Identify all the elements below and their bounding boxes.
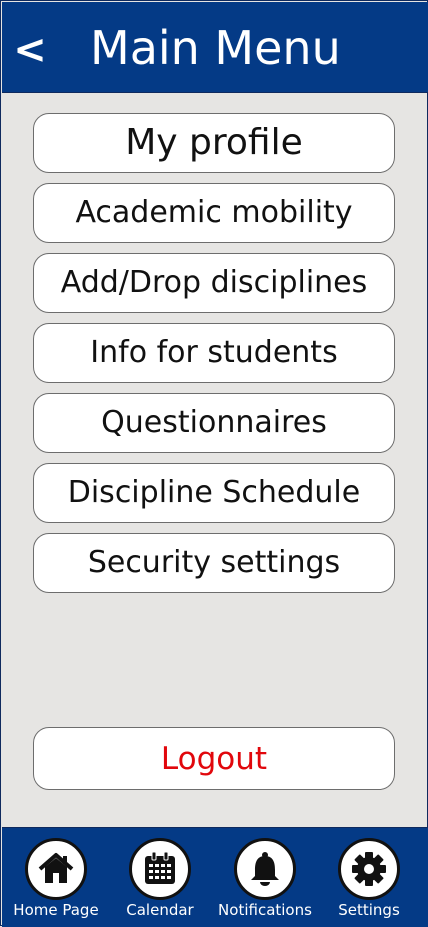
bottom-nav: Home Page Calendar Notifications Setting…	[2, 827, 428, 927]
nav-settings[interactable]: Settings	[317, 838, 421, 920]
questionnaires-button[interactable]: Questionnaires	[33, 393, 395, 453]
info-for-students-button[interactable]: Info for students	[33, 323, 395, 383]
nav-label-home: Home Page	[13, 901, 99, 919]
nav-calendar[interactable]: Calendar	[108, 838, 212, 920]
nav-notifications[interactable]: Notifications	[213, 838, 317, 920]
app-frame: < Main Menu My profile Academic mobility…	[0, 0, 428, 927]
nav-home-page[interactable]: Home Page	[4, 838, 108, 920]
add-drop-disciplines-button[interactable]: Add/Drop disciplines	[33, 253, 395, 313]
nav-label-calendar: Calendar	[126, 901, 194, 919]
page-title: Main Menu	[90, 21, 341, 75]
bell-icon	[234, 838, 296, 900]
discipline-schedule-button[interactable]: Discipline Schedule	[33, 463, 395, 523]
calendar-icon	[129, 838, 191, 900]
logout-button[interactable]: Logout	[33, 727, 395, 790]
gear-icon	[338, 838, 400, 900]
top-bar: < Main Menu	[2, 2, 428, 93]
nav-label-settings: Settings	[338, 901, 400, 919]
academic-mobility-button[interactable]: Academic mobility	[33, 183, 395, 243]
security-settings-button[interactable]: Security settings	[33, 533, 395, 593]
nav-label-notifications: Notifications	[218, 901, 312, 919]
home-icon	[25, 838, 87, 900]
back-button[interactable]: <	[10, 20, 50, 80]
my-profile-button[interactable]: My profile	[33, 113, 395, 173]
